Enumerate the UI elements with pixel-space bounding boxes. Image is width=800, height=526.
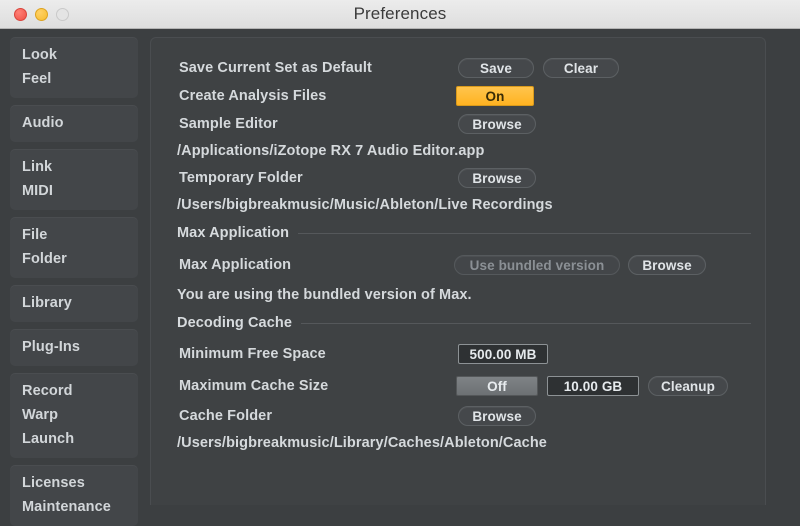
temporary-folder-browse-button[interactable]: Browse — [458, 168, 536, 188]
section-decoding-cache-title: Decoding Cache — [177, 315, 302, 331]
temporary-folder-path: /Users/bigbreakmusic/Music/Ableton/Live … — [177, 197, 553, 213]
window-titlebar: Preferences — [0, 0, 800, 29]
max-application-browse-button[interactable]: Browse — [628, 255, 706, 275]
preferences-panel: Save Current Set as Default Save Clear C… — [150, 37, 766, 505]
close-button[interactable] — [14, 8, 27, 21]
nav-group-link-midi: Link MIDI — [10, 149, 138, 210]
window-controls — [14, 0, 69, 29]
row-save-current-set: Save Current Set as Default Save Clear — [151, 54, 765, 82]
maximum-cache-size-toggle[interactable]: Off — [456, 376, 538, 396]
section-max-application-title: Max Application — [177, 225, 299, 241]
sidebar-item-maintenance[interactable]: Maintenance — [10, 495, 138, 519]
section-max-application: Max Application — [151, 218, 765, 248]
max-bundled-note: You are using the bundled version of Max… — [177, 287, 472, 303]
sidebar-item-library[interactable]: Library — [10, 291, 138, 315]
create-analysis-files-label: Create Analysis Files — [179, 88, 327, 104]
sidebar-item-warp[interactable]: Warp — [10, 403, 138, 427]
temporary-folder-label: Temporary Folder — [179, 170, 303, 186]
sample-editor-label: Sample Editor — [179, 116, 278, 132]
nav-group-library: Library — [10, 285, 138, 322]
sidebar-item-midi[interactable]: MIDI — [10, 179, 138, 203]
minimum-free-space-label: Minimum Free Space — [179, 346, 326, 362]
row-temporary-folder: Temporary Folder Browse — [151, 164, 765, 192]
maximum-cache-size-field[interactable]: 10.00 GB — [547, 376, 639, 396]
row-maximum-cache-size: Maximum Cache Size Off 10.00 GB Cleanup — [151, 370, 765, 402]
save-current-set-label: Save Current Set as Default — [179, 60, 372, 76]
create-analysis-files-toggle[interactable]: On — [456, 86, 534, 106]
sidebar-item-feel[interactable]: Feel — [10, 67, 138, 91]
window-body: Look Feel Audio Link MIDI File Folder Li… — [0, 29, 800, 526]
clear-button[interactable]: Clear — [543, 58, 619, 78]
row-sample-editor: Sample Editor Browse — [151, 110, 765, 138]
use-bundled-version-button[interactable]: Use bundled version — [454, 255, 620, 275]
row-create-analysis-files: Create Analysis Files On — [151, 82, 765, 110]
row-max-application: Max Application Use bundled version Brow… — [151, 248, 765, 282]
nav-group-file-folder: File Folder — [10, 217, 138, 278]
row-cache-folder: Cache Folder Browse — [151, 402, 765, 430]
row-max-note: You are using the bundled version of Max… — [151, 282, 765, 308]
row-temporary-folder-path: /Users/bigbreakmusic/Music/Ableton/Live … — [151, 192, 765, 218]
sidebar-item-file[interactable]: File — [10, 223, 138, 247]
sample-editor-path: /Applications/iZotope RX 7 Audio Editor.… — [177, 143, 485, 159]
sidebar-item-record[interactable]: Record — [10, 379, 138, 403]
cache-folder-browse-button[interactable]: Browse — [458, 406, 536, 426]
row-minimum-free-space: Minimum Free Space 500.00 MB — [151, 338, 765, 370]
cleanup-button[interactable]: Cleanup — [648, 376, 728, 396]
sidebar-item-licenses[interactable]: Licenses — [10, 471, 138, 495]
cache-folder-path: /Users/bigbreakmusic/Library/Caches/Able… — [177, 435, 547, 451]
nav-group-plugins: Plug-Ins — [10, 329, 138, 366]
cache-folder-label: Cache Folder — [179, 408, 273, 424]
row-cache-folder-path: /Users/bigbreakmusic/Library/Caches/Able… — [151, 430, 765, 456]
sidebar-item-launch[interactable]: Launch — [10, 427, 138, 451]
sidebar-item-link[interactable]: Link — [10, 155, 138, 179]
sample-editor-browse-button[interactable]: Browse — [458, 114, 536, 134]
sidebar-item-look[interactable]: Look — [10, 43, 138, 67]
nav-group-look-feel: Look Feel — [10, 37, 138, 98]
settings-list: Save Current Set as Default Save Clear C… — [151, 38, 765, 456]
preferences-sidebar: Look Feel Audio Link MIDI File Folder Li… — [0, 29, 150, 526]
window-title: Preferences — [353, 4, 447, 23]
sidebar-item-folder[interactable]: Folder — [10, 247, 138, 271]
section-decoding-cache: Decoding Cache — [151, 308, 765, 338]
sidebar-item-plug-ins[interactable]: Plug-Ins — [10, 335, 138, 359]
nav-group-licenses-maintenance: Licenses Maintenance — [10, 465, 138, 526]
row-sample-editor-path: /Applications/iZotope RX 7 Audio Editor.… — [151, 138, 765, 164]
nav-group-record-warp-launch: Record Warp Launch — [10, 373, 138, 458]
minimum-free-space-field[interactable]: 500.00 MB — [458, 344, 548, 364]
minimize-button[interactable] — [35, 8, 48, 21]
nav-group-audio: Audio — [10, 105, 138, 142]
maximum-cache-size-label: Maximum Cache Size — [179, 378, 329, 394]
sidebar-item-audio[interactable]: Audio — [10, 111, 138, 135]
save-button[interactable]: Save — [458, 58, 534, 78]
zoom-button — [56, 8, 69, 21]
max-application-label: Max Application — [179, 257, 292, 273]
